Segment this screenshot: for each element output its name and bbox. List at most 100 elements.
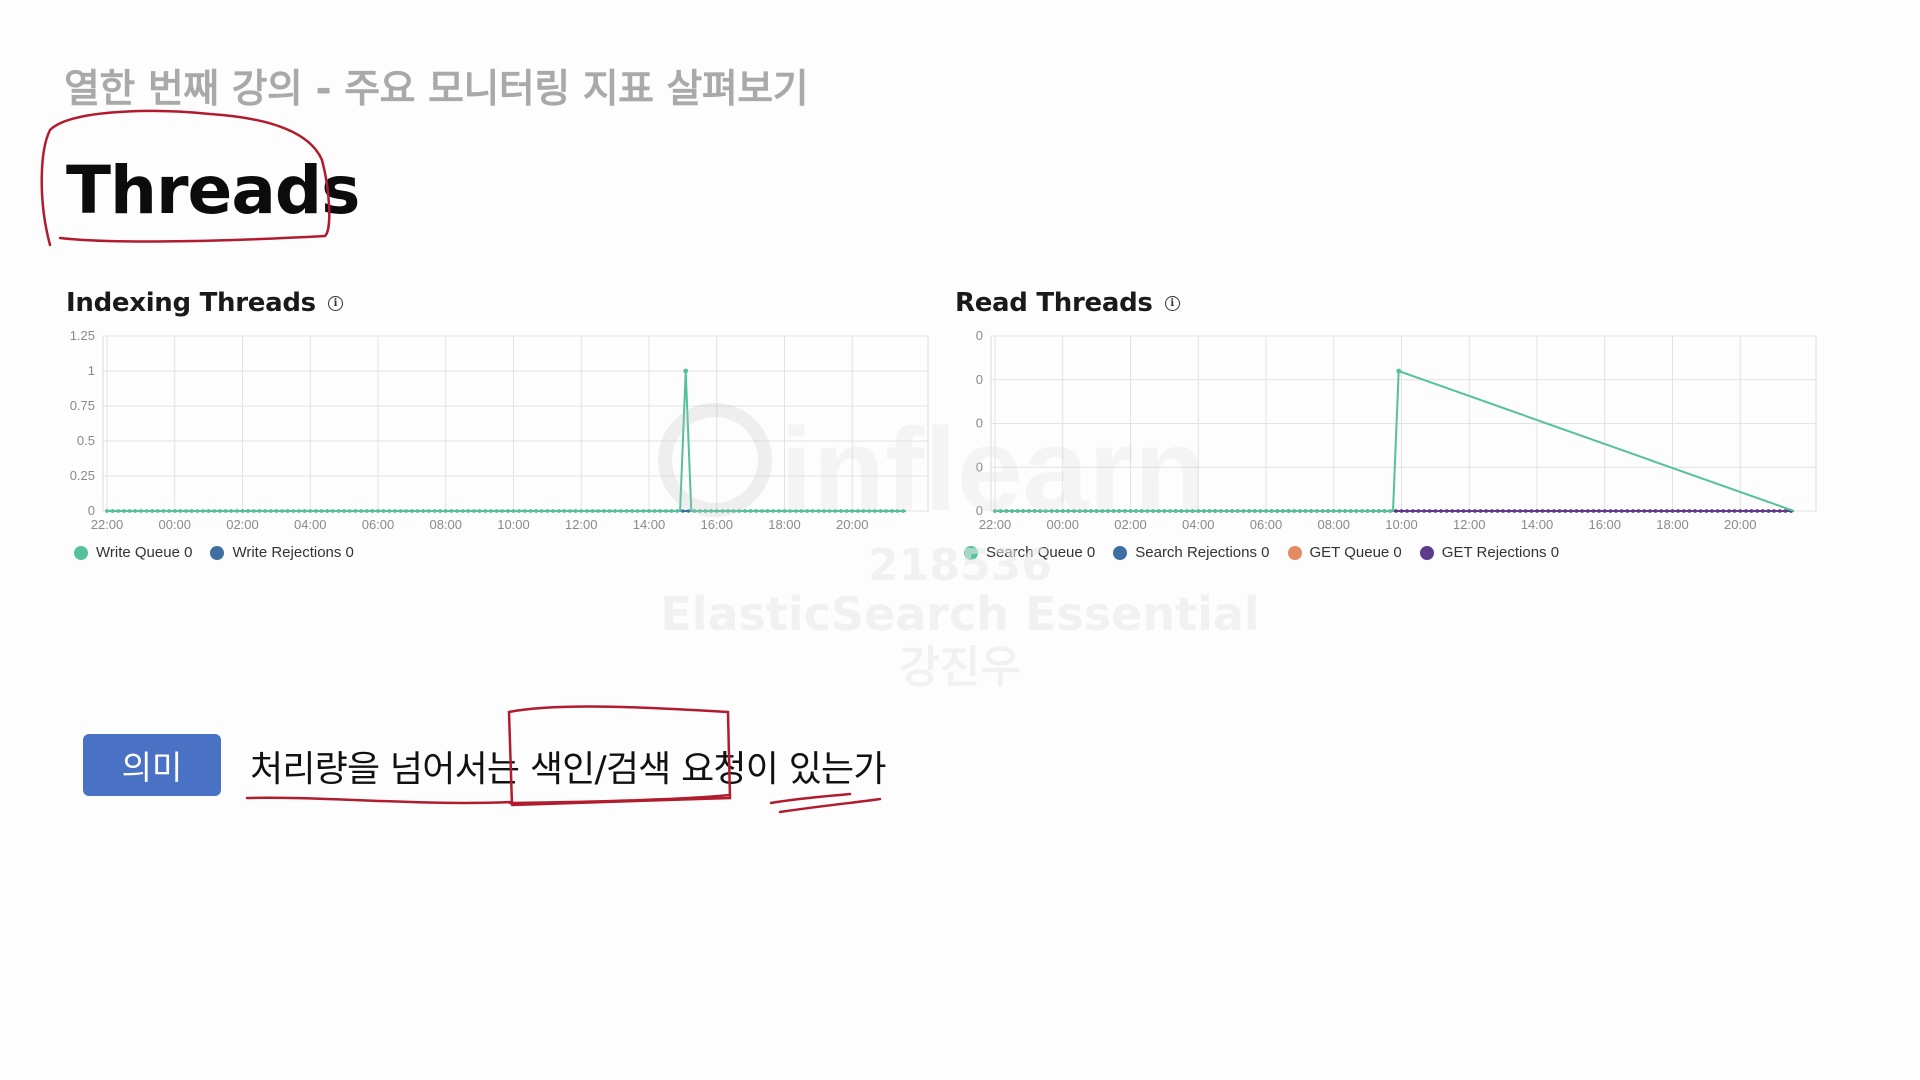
data-point: [1467, 509, 1471, 513]
data-point: [545, 509, 550, 513]
data-point: [1783, 509, 1788, 513]
legend-dot: [74, 545, 88, 560]
legend-item-search-queue[interactable]: Search Queue 0: [964, 544, 1095, 561]
data-point: [1162, 509, 1167, 513]
data-point: [314, 509, 318, 513]
data-point: [1247, 509, 1251, 513]
x-tick-label: 14:00: [633, 517, 666, 532]
data-point: [822, 509, 826, 513]
x-tick-label: 08:00: [1317, 517, 1350, 532]
info-icon[interactable]: i: [1164, 295, 1180, 311]
data-point: [517, 509, 521, 513]
data-point: [1727, 509, 1731, 513]
data-point: [861, 509, 866, 513]
legend-item-get-rejections[interactable]: GET Rejections 0: [1419, 544, 1560, 561]
info-icon[interactable]: i: [327, 295, 343, 311]
data-point-peak: [683, 368, 689, 374]
data-point: [1710, 509, 1714, 513]
data-point: [1196, 509, 1201, 513]
data-point: [568, 509, 572, 513]
watermark-author: 강진우: [899, 642, 1020, 693]
data-point: [144, 509, 149, 513]
y-tick-label: 0: [976, 503, 983, 518]
data-point: [1354, 509, 1359, 513]
x-tick-label: 18:00: [768, 517, 801, 532]
data-point: [280, 509, 284, 513]
read-threads-chart: 0 0 0 0 0 22:00 00:00 02:00 04:00 06:00 08:00 10:00…: [948, 326, 1828, 541]
data-point: [1602, 509, 1607, 513]
data-point: [1089, 509, 1093, 513]
indexing-threads-chart: 0 0.25 0.5 0.75 1 1.25 22:00 00:00 02:00 04:00 06:…: [60, 326, 940, 541]
data-point: [246, 509, 250, 513]
data-point: [427, 509, 431, 513]
data-point: [810, 509, 815, 513]
data-point: [692, 509, 696, 513]
data-point: [133, 509, 137, 513]
data-point: [1501, 509, 1505, 513]
data-point: [319, 509, 324, 513]
data-point: [703, 509, 708, 513]
section-title: Threads: [66, 152, 360, 229]
data-point: [195, 509, 200, 513]
data-point: [1156, 509, 1161, 513]
data-point: [901, 509, 905, 513]
data-point: [1117, 509, 1121, 513]
data-point: [1179, 509, 1184, 513]
data-point: [212, 509, 217, 513]
data-point: [805, 509, 809, 513]
x-tick-label: 06:00: [362, 517, 395, 532]
data-point: [799, 509, 804, 513]
data-point: [1010, 509, 1014, 513]
data-point: [1241, 509, 1246, 513]
data-point: [1173, 509, 1178, 513]
data-point: [285, 509, 290, 513]
data-point: [1185, 509, 1189, 513]
x-tick-label: 06:00: [1250, 517, 1283, 532]
data-point: [1066, 509, 1071, 513]
data-point: [652, 509, 657, 513]
data-point: [1281, 509, 1285, 513]
data-point: [353, 509, 358, 513]
y-tick-label: 0.75: [70, 398, 95, 413]
data-point: [206, 509, 211, 513]
legend-item-write-queue[interactable]: Write Queue 0: [74, 544, 192, 561]
data-point: [1484, 509, 1488, 513]
data-point: [878, 509, 883, 513]
data-point: [1766, 509, 1771, 513]
data-point: [1597, 509, 1601, 513]
data-point: [1755, 509, 1759, 513]
legend-item-get-queue[interactable]: GET Queue 0: [1287, 544, 1402, 561]
data-point: [1636, 509, 1641, 513]
x-tick-label: 22:00: [91, 517, 124, 532]
data-point: [1529, 509, 1534, 513]
data-point: [873, 509, 877, 513]
legend-item-search-rejections[interactable]: Search Rejections 0: [1113, 544, 1270, 561]
data-point: [714, 509, 719, 513]
data-point: [1614, 509, 1618, 513]
data-point: [726, 509, 730, 513]
data-point: [1128, 509, 1133, 513]
legend-label: GET Rejections 0: [1441, 544, 1560, 561]
data-point: [1631, 509, 1635, 513]
data-point: [1230, 509, 1234, 513]
data-point: [1213, 509, 1217, 513]
data-point: [472, 509, 476, 513]
legend-item-write-rejections[interactable]: Write Rejections 0: [210, 544, 354, 561]
data-point: [410, 509, 414, 513]
data-point: [1077, 509, 1082, 513]
data-point: [743, 509, 747, 513]
data-point: [178, 509, 183, 513]
data-point: [1518, 509, 1522, 513]
data-point: [274, 509, 279, 513]
data-point: [788, 509, 792, 513]
data-point: [489, 509, 493, 513]
data-point: [308, 509, 313, 513]
data-point: [1416, 509, 1421, 513]
data-point: [1027, 509, 1031, 513]
data-point: [867, 509, 871, 513]
legend-dot: [964, 545, 978, 560]
data-point: [1439, 509, 1443, 513]
data-point: [602, 509, 606, 513]
data-point: [709, 509, 713, 513]
data-point: [387, 509, 392, 513]
